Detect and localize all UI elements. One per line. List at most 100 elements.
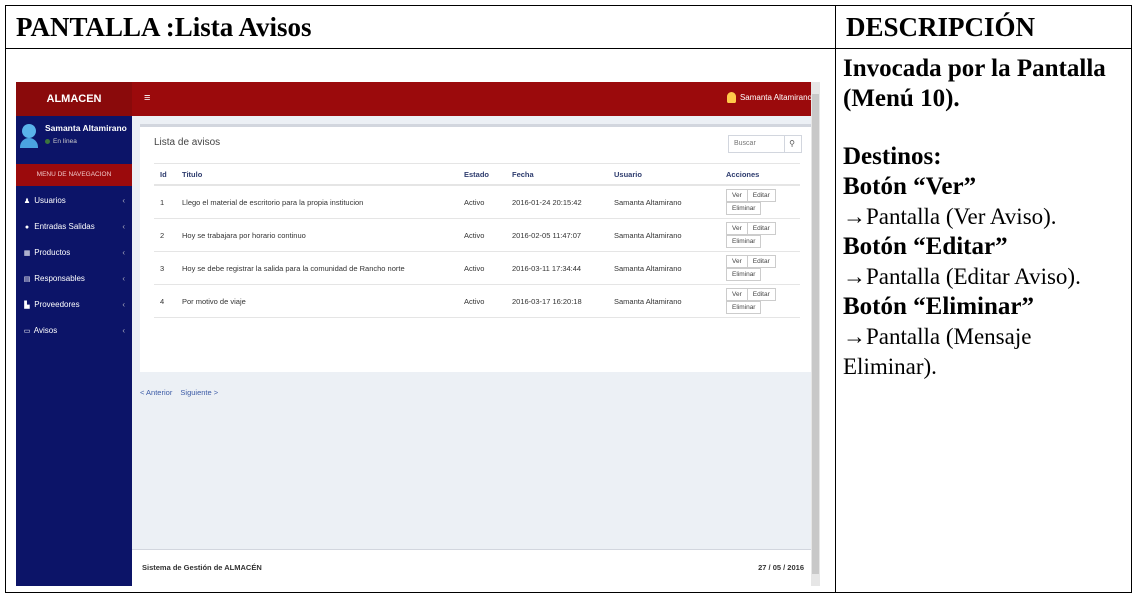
invoked-by: Invocada por la Pantalla (Menú 10). [843,55,1106,112]
chevron-left-icon: ‹ [122,300,125,309]
nav-header: MENU DE NAVEGACION [16,164,132,186]
scrollbar[interactable] [811,82,820,586]
table-row: 3 Hoy se debe registrar la salida para l… [154,251,800,285]
cell-titulo: Llego el material de escritorio para la … [176,185,458,219]
cell-id: 2 [154,218,176,252]
app-screenshot: ALMACEN ≡ Samanta Altamirano Samanta Alt… [16,82,820,586]
cell-usuario[interactable]: Samanta Altamirano [608,251,720,285]
cell-usuario[interactable]: Samanta Altamirano [608,185,720,219]
column-header: Titulo [176,163,458,186]
cell-id: 3 [154,251,176,285]
header-divider [6,48,1131,49]
editar-button[interactable]: Editar [746,189,776,202]
editar-button[interactable]: Editar [746,222,776,235]
search-input[interactable] [729,136,784,150]
description-title: DESCRIPCIÓN [846,12,1036,42]
search-box: ⚲ [728,135,802,153]
search-icon[interactable]: ⚲ [784,136,799,152]
avatar-body [20,138,38,148]
eliminar-button[interactable]: Eliminar [726,268,762,281]
cell-fecha: 2016-03-17 16:20:18 [506,284,608,318]
brand-logo[interactable]: ALMACEN [16,82,132,116]
sidebar-item-responsables[interactable]: ▤ Responsables ‹ [16,268,132,290]
scrollbar-thumb[interactable] [812,94,819,574]
sidebar-user-name: Samanta Altamirano [45,123,127,133]
cell-fecha: 2016-01-24 20:15:42 [506,185,608,219]
column-header: Usuario [608,163,720,186]
ver-button[interactable]: Ver [726,222,748,235]
sidebar: Samanta Altamirano En línea MENU DE NAVE… [16,116,132,586]
cell-estado: Activo [458,284,506,318]
editar-button[interactable]: Editar [746,288,776,301]
footer-date: 27 / 05 / 2016 [758,563,804,572]
cell-acciones: Ver EditarEliminar [720,218,800,252]
column-header: Id [154,163,176,186]
cell-usuario[interactable]: Samanta Altamirano [608,284,720,318]
column-header: Estado [458,163,506,186]
next-page-link[interactable]: Siguiente > [180,388,218,397]
top-user-menu[interactable]: Samanta Altamirano [726,91,812,105]
destinos-label: Destinos: [843,143,942,170]
avisos-table: Id Titulo Estado Fecha Usuario Acciones … [154,163,800,318]
ver-label: Botón “Ver” [843,173,977,200]
online-status: En línea [45,138,77,145]
editar-label: Botón “Editar” [843,233,1008,260]
chevron-left-icon: ‹ [122,196,125,205]
previous-page-link[interactable]: < Anterior [140,388,172,397]
chevron-left-icon: ‹ [122,248,125,257]
footer: Sistema de Gestión de ALMACÉN 27 / 05 / … [132,549,820,586]
eliminar-button[interactable]: Eliminar [726,301,762,314]
globe-icon: ● [24,224,30,231]
top-navbar: ALMACEN ≡ Samanta Altamirano [16,82,820,116]
avisos-box: Lista de avisos ⚲ Id Titulo Estado Fecha… [140,124,812,372]
ver-button[interactable]: Ver [726,255,748,268]
editar-button[interactable]: Editar [746,255,776,268]
cell-acciones: Ver EditarEliminar [720,185,800,219]
sidebar-item-usuarios[interactable]: ♟ Usuarios ‹ [16,190,132,212]
pagination: < Anterior Siguiente > [140,388,224,397]
card-icon: ▤ [23,276,31,283]
table-header-row: Id Titulo Estado Fecha Usuario Acciones [154,163,800,186]
cell-id: 4 [154,284,176,318]
table-icon: ▦ [23,250,31,257]
cell-estado: Activo [458,251,506,285]
eliminar-button[interactable]: Eliminar [726,202,762,215]
cell-estado: Activo [458,218,506,252]
cell-estado: Activo [458,185,506,219]
menu-toggle-icon[interactable]: ≡ [144,92,150,104]
chevron-left-icon: ‹ [122,326,125,335]
cell-titulo: Hoy se trabajara por horario continuo [176,218,458,252]
cell-fecha: 2016-03-11 17:34:44 [506,251,608,285]
building-icon: ▙ [24,302,30,309]
sidebar-item-productos[interactable]: ▦ Productos ‹ [16,242,132,264]
main-content: Lista de avisos ⚲ Id Titulo Estado Fecha… [132,116,820,586]
top-user-name: Samanta Altamirano [739,93,812,102]
sidebar-item-proveedores[interactable]: ▙ Proveedores ‹ [16,294,132,316]
sidebar-item-entradas-salidas[interactable]: ● Entradas Salidas ‹ [16,216,132,238]
cell-usuario[interactable]: Samanta Altamirano [608,218,720,252]
monitor-icon: ▭ [23,328,31,335]
cell-titulo: Hoy se debe registrar la salida para la … [176,251,458,285]
cell-fecha: 2016-02-05 11:47:07 [506,218,608,252]
column-divider [835,6,836,592]
cell-acciones: Ver EditarEliminar [720,251,800,285]
avatar [22,124,36,138]
chevron-left-icon: ‹ [122,274,125,283]
user-icon [726,92,736,104]
editar-destination: →Pantalla (Editar Aviso). [843,264,1081,289]
ver-button[interactable]: Ver [726,189,748,202]
cell-titulo: Por motivo de viaje [176,284,458,318]
ver-button[interactable]: Ver [726,288,748,301]
status-dot-icon [45,138,50,144]
footer-system-name: Sistema de Gestión de ALMACÉN [142,563,262,572]
eliminar-button[interactable]: Eliminar [726,235,762,248]
description-text: Invocada por la Pantalla (Menú 10). Dest… [843,54,1128,382]
cell-id: 1 [154,185,176,219]
column-header: Fecha [506,163,608,186]
table-row: 2 Hoy se trabajara por horario continuo … [154,218,800,252]
sidebar-user-panel: Samanta Altamirano En línea [16,116,132,162]
sidebar-item-avisos[interactable]: ▭ Avisos ‹ [16,320,132,342]
users-icon: ♟ [23,198,31,205]
eliminar-label: Botón “Eliminar” [843,293,1034,320]
screen-title: PANTALLA :Lista Avisos [16,12,312,42]
